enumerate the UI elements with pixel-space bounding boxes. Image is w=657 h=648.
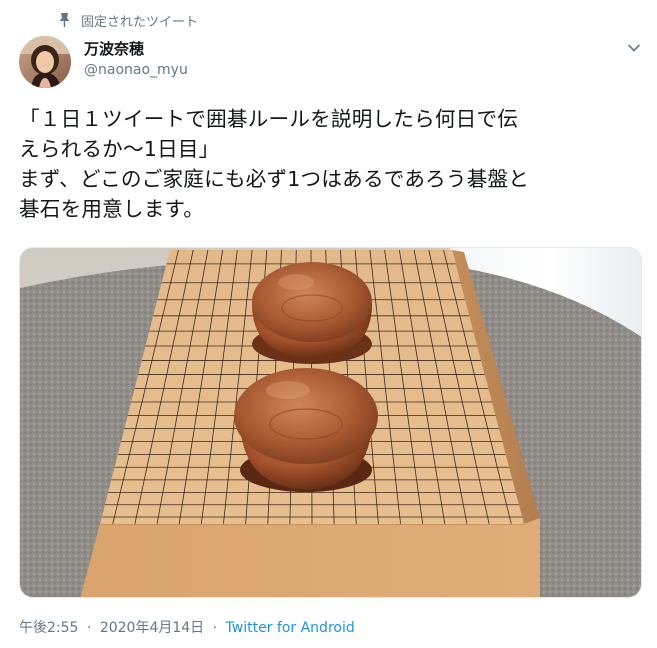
tweet-line: まず、どこのご家庭にも必ず1つはあるであろう碁盤と (19, 167, 530, 191)
tweet-text: 「１日１ツイートで囲碁ルールを説明したら何日で伝 えられるか～1日目」 まず、ど… (19, 104, 644, 224)
tweet-line: えられるか～1日目」 (19, 137, 220, 161)
go-board-photo (20, 248, 641, 597)
tweet-media-photo[interactable] (19, 247, 642, 598)
pinned-tweet-indicator: 固定されたツイート (58, 10, 198, 30)
pinned-label: 固定されたツイート (81, 14, 199, 30)
tweet-source-link[interactable]: Twitter for Android (226, 620, 355, 636)
author-handle[interactable]: @naonao_myu (84, 62, 188, 78)
chevron-down-icon (628, 44, 640, 52)
avatar[interactable] (19, 36, 71, 88)
meta-separator: · (212, 620, 218, 636)
tweet-line: 碁石を用意します。 (19, 197, 205, 221)
tweet-line: 「１日１ツイートで囲碁ルールを説明したら何日で伝 (19, 107, 519, 131)
tweet-meta: 午後2:55 · 2020年4月14日 · Twitter for Androi… (19, 617, 355, 637)
tweet-time[interactable]: 午後2:55 (19, 620, 78, 636)
tweet-date[interactable]: 2020年4月14日 (100, 620, 204, 636)
tweet-menu-button[interactable] (624, 38, 644, 58)
pin-icon (59, 13, 70, 27)
meta-separator: · (86, 620, 92, 636)
author-name[interactable]: 万波奈穂 (84, 38, 144, 59)
